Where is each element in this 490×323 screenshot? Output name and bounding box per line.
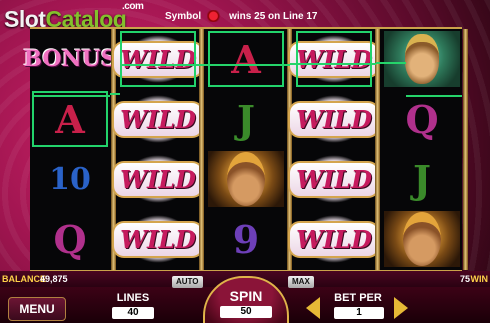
max-button[interactable]: MAX	[288, 276, 314, 288]
princess-symbol-icon	[384, 31, 460, 87]
game-stage: SlotCatalog .com Symbol wins 25 on Line …	[0, 0, 490, 323]
card-symbol: Q	[53, 216, 87, 262]
wild-text: WILD	[288, 220, 380, 258]
wild-symbol: WILD	[288, 211, 380, 267]
rose-symbol-icon	[207, 10, 224, 22]
balance-value: 49,875	[40, 274, 68, 284]
card-symbol: J	[237, 96, 255, 142]
wild-text: WILD	[112, 100, 204, 138]
wild-text: WILD	[112, 160, 204, 198]
menu-button[interactable]: MENU	[8, 297, 66, 321]
reel-1: BONUS A 10 Q	[23, 29, 117, 270]
card-symbol: 9	[232, 216, 260, 262]
win-message-right: wins 25 on Line 17	[229, 10, 318, 22]
wild-symbol: WILD	[288, 31, 380, 87]
payline-segment	[32, 95, 110, 97]
wild-symbol: WILD	[112, 151, 204, 207]
auto-button[interactable]: AUTO	[172, 276, 203, 288]
reel-5: QJ	[382, 29, 468, 270]
wild-symbol: WILD	[288, 151, 380, 207]
win-message: Symbol wins 25 on Line 17	[165, 10, 317, 22]
bet-increase-arrow-icon[interactable]	[394, 297, 408, 319]
watermark-com: .com	[122, 1, 144, 12]
win-label: WIN	[470, 274, 489, 284]
card-symbol: A	[208, 31, 284, 87]
win-value: 75	[459, 274, 470, 284]
lines-value[interactable]: 40	[112, 307, 154, 319]
prince-symbol-icon	[208, 151, 284, 207]
payline-segment	[110, 93, 120, 95]
wild-text: WILD	[288, 160, 380, 198]
payline-segment	[406, 95, 462, 97]
wild-symbol: WILD	[112, 91, 204, 147]
spin-bet-value: 50	[220, 306, 272, 318]
payline-segment	[376, 62, 406, 64]
lines-label: LINES	[116, 292, 150, 304]
wild-text: WILD	[112, 220, 204, 258]
bet-decrease-arrow-icon[interactable]	[306, 297, 320, 319]
win-message-left: Symbol	[165, 10, 202, 22]
card-symbol: 10	[49, 161, 91, 197]
card-symbol: Q	[405, 96, 439, 142]
bet-per-label: BET PER	[334, 292, 382, 304]
prince-symbol-icon	[384, 211, 460, 267]
wild-symbol: WILD	[112, 211, 204, 267]
reel-area: BONUS A 10 Q WILD WILD WILD WILD A J 9 WILD WILD WILD…	[23, 27, 468, 272]
reel-4: WILD WILD WILD WILD	[288, 29, 380, 270]
card-symbol: J	[413, 156, 431, 202]
bet-per-value[interactable]: 1	[334, 307, 384, 319]
wild-symbol: WILD	[288, 91, 380, 147]
spin-label: SPIN	[229, 288, 263, 304]
payline-segment	[290, 63, 376, 65]
wild-symbol: WILD	[112, 31, 204, 87]
wild-text: WILD	[288, 40, 380, 78]
bonus-symbol: BONUS	[23, 46, 117, 72]
card-symbol: A	[32, 91, 108, 147]
wild-text: WILD	[288, 100, 380, 138]
payline-segment	[120, 64, 290, 66]
wild-text: WILD	[112, 40, 204, 78]
